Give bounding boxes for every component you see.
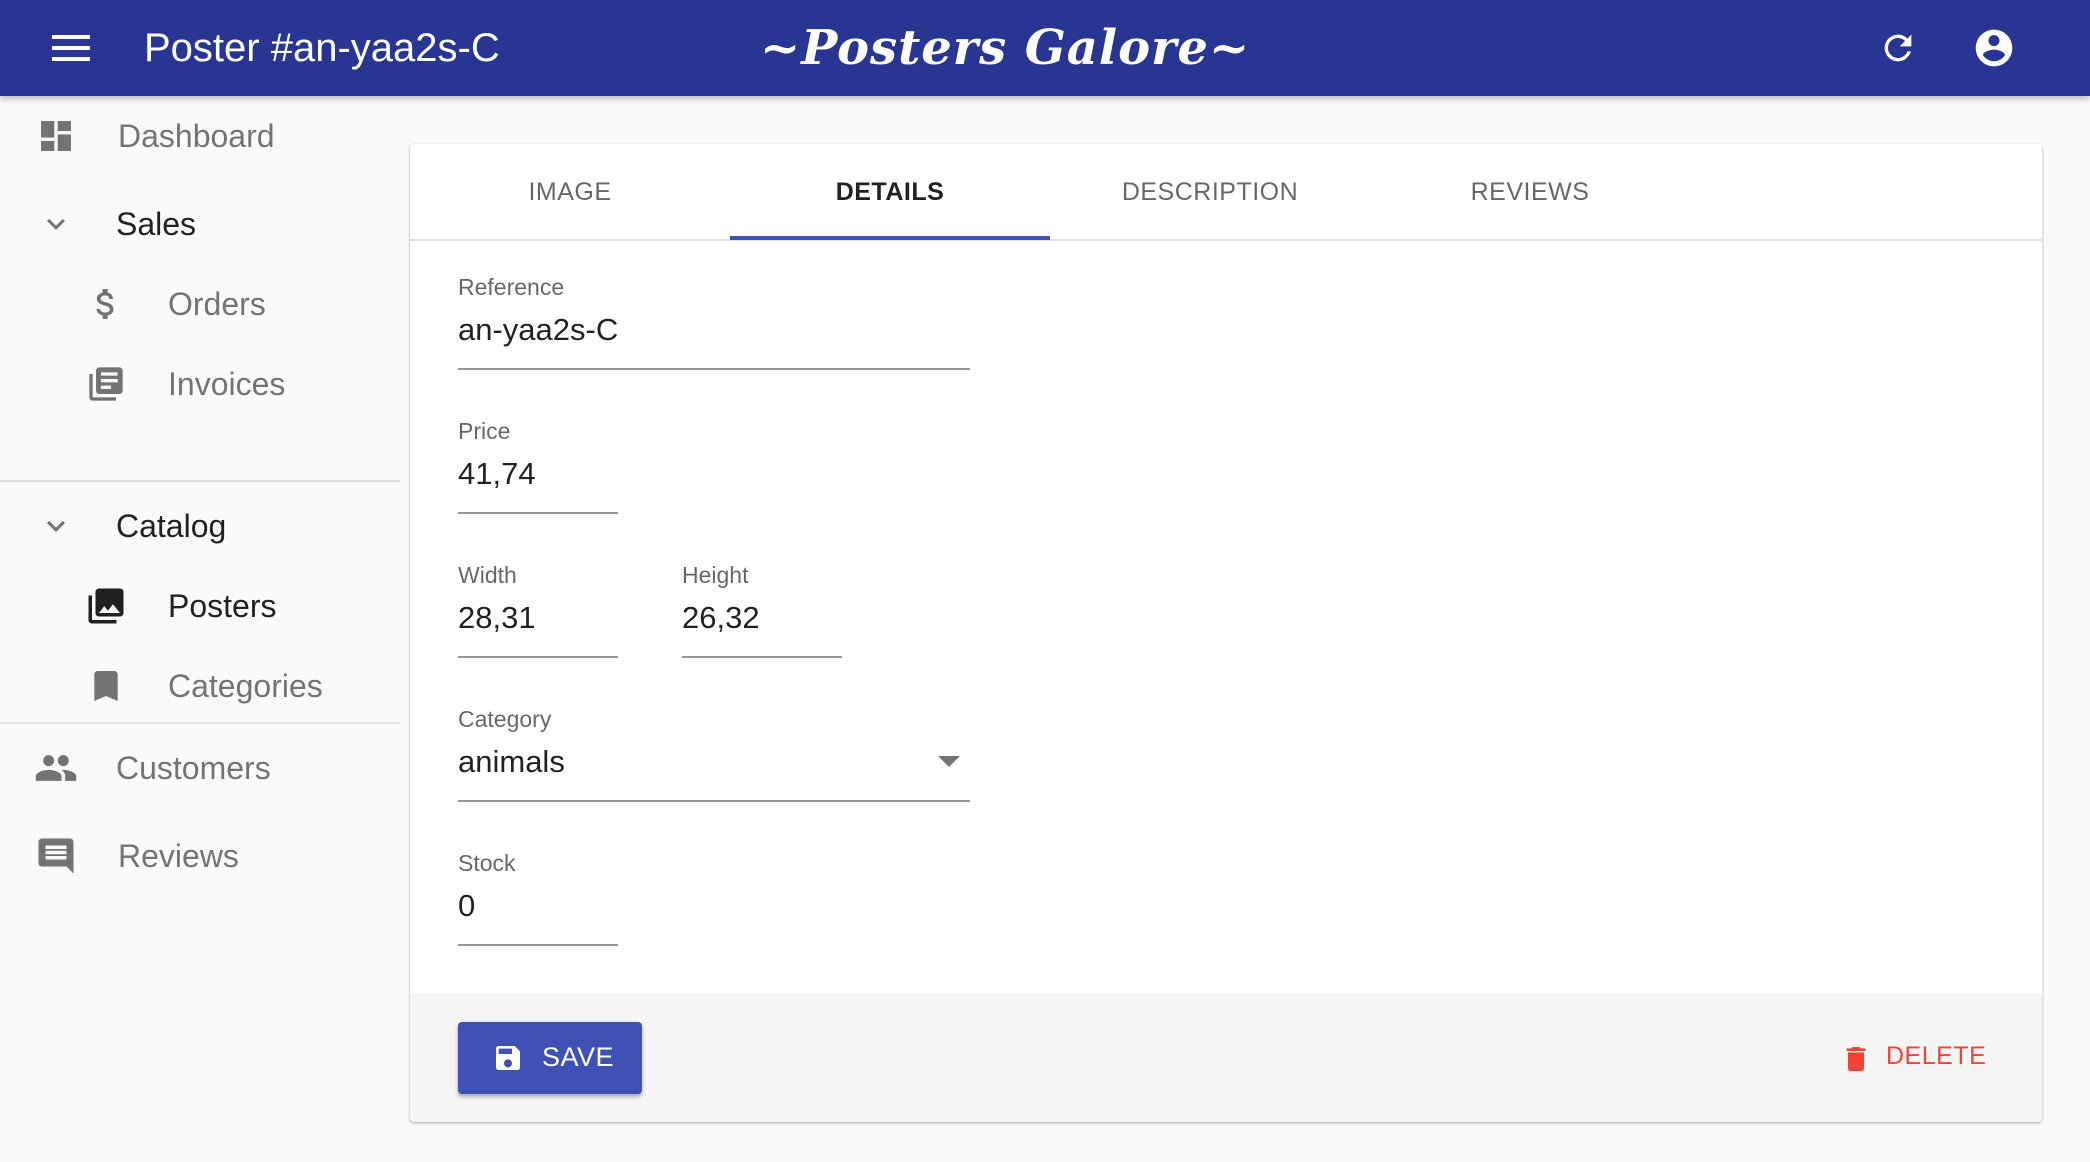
field-underline — [458, 512, 618, 514]
width-input[interactable]: 28,31 — [458, 600, 536, 636]
delete-button-label: DELETE — [1886, 1042, 1987, 1070]
sidebar-item-invoices[interactable]: Invoices — [0, 344, 400, 424]
account-icon — [1975, 29, 2013, 67]
menu-icon — [52, 35, 90, 61]
bookmark-icon — [82, 662, 130, 710]
tab-details[interactable]: DETAILS — [730, 144, 1050, 240]
category-select[interactable]: Category animals — [458, 706, 970, 802]
reference-label: Reference — [458, 274, 565, 300]
stock-input[interactable]: 0 — [458, 888, 475, 924]
active-tab-indicator — [730, 236, 1050, 240]
trash-icon — [1846, 1047, 1866, 1071]
comment-icon — [32, 832, 80, 880]
sidebar-item-label: Orders — [168, 286, 266, 322]
save-button-label: SAVE — [542, 1042, 615, 1072]
invoice-icon — [82, 360, 130, 408]
dashboard-icon — [32, 112, 80, 160]
sidebar-item-posters[interactable]: Posters — [0, 566, 400, 646]
tab-reviews[interactable]: REVIEWS — [1370, 144, 1690, 240]
save-icon — [496, 1046, 520, 1070]
sidebar-group-sales[interactable]: Sales — [0, 184, 400, 264]
chevron-down-icon — [32, 200, 80, 248]
sidebar-item-categories[interactable]: Categories — [0, 646, 400, 726]
width-label: Width — [458, 562, 517, 588]
category-label: Category — [458, 706, 552, 732]
sidebar-divider — [0, 480, 400, 482]
sidebar-group-catalog[interactable]: Catalog — [0, 486, 400, 566]
tab-image[interactable]: IMAGE — [410, 144, 730, 240]
field-underline — [458, 656, 618, 658]
menu-button[interactable] — [40, 20, 104, 76]
price-label: Price — [458, 418, 511, 444]
sidebar-item-label: Categories — [168, 668, 323, 704]
price-field[interactable]: Price 41,74 — [458, 418, 618, 514]
category-selected-value: animals — [458, 744, 565, 779]
sidebar-item-label: Invoices — [168, 366, 286, 402]
delete-button[interactable]: DELETE — [1822, 1022, 2002, 1094]
app-bar: Poster #an-yaa2s-C ~Posters Galore~ — [0, 0, 2090, 96]
form-toolbar: SAVE DELETE — [410, 994, 2042, 1122]
sidebar-item-label: Customers — [116, 750, 271, 786]
sidebar-item-customers[interactable]: Customers — [0, 728, 400, 808]
field-underline — [682, 656, 842, 658]
refresh-icon — [1884, 34, 1912, 62]
field-underline — [458, 368, 970, 370]
reference-field[interactable]: Reference an-yaa2s-C — [458, 274, 970, 370]
stock-label: Stock — [458, 850, 516, 876]
reference-input[interactable]: an-yaa2s-C — [458, 312, 618, 348]
dollar-icon — [82, 280, 130, 328]
height-label: Height — [682, 562, 749, 588]
sidebar-group-label: Catalog — [116, 508, 227, 544]
sidebar-item-label: Reviews — [118, 838, 239, 874]
people-icon — [32, 744, 80, 792]
tab-description[interactable]: DESCRIPTION — [1050, 144, 1370, 240]
sidebar-item-label: Dashboard — [118, 118, 275, 154]
sidebar-item-reviews[interactable]: Reviews — [0, 816, 400, 896]
image-collection-icon — [82, 582, 130, 630]
brand-logo: ~Posters Galore~ — [760, 20, 1251, 76]
edit-form-card: IMAGE DETAILS DESCRIPTION REVIEWS Refere… — [410, 144, 2042, 1122]
sidebar-item-dashboard[interactable]: Dashboard — [0, 96, 400, 176]
field-underline — [458, 800, 970, 802]
chevron-down-icon — [32, 502, 80, 550]
sidebar-item-label: Posters — [168, 588, 277, 624]
page-title: Poster #an-yaa2s-C — [144, 26, 500, 70]
tab-bar: IMAGE DETAILS DESCRIPTION REVIEWS — [410, 144, 2042, 241]
height-input[interactable]: 26,32 — [682, 600, 760, 636]
sidebar-group-label: Sales — [116, 206, 197, 242]
refresh-button[interactable] — [1866, 16, 1930, 80]
account-button[interactable] — [1962, 16, 2026, 80]
stock-field[interactable]: Stock 0 — [458, 850, 618, 946]
save-button[interactable]: SAVE — [458, 1022, 642, 1094]
sidebar-divider — [0, 722, 400, 724]
height-field[interactable]: Height 26,32 — [682, 562, 842, 658]
sidebar-item-orders[interactable]: Orders — [0, 264, 400, 344]
width-field[interactable]: Width 28,31 — [458, 562, 618, 658]
dropdown-arrow-icon[interactable] — [938, 756, 960, 767]
price-input[interactable]: 41,74 — [458, 456, 536, 492]
field-underline — [458, 944, 618, 946]
